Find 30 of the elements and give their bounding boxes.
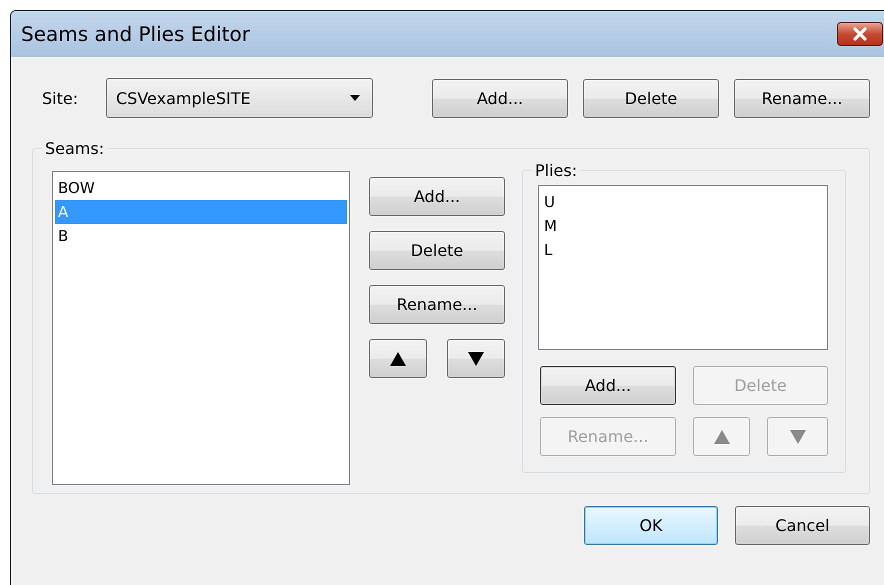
seam-action-button[interactable]: Rename... <box>369 285 505 324</box>
ply-list-item[interactable]: L <box>541 238 825 262</box>
close-button[interactable] <box>837 22 883 46</box>
dialog-button[interactable]: OK <box>584 506 718 545</box>
site-dropdown[interactable]: CSVexampleSITE <box>106 78 373 118</box>
seam-action-button[interactable]: Add... <box>369 177 505 216</box>
ply-list-item[interactable]: M <box>541 214 825 238</box>
up-triangle-icon <box>390 352 406 366</box>
ply-action-button[interactable]: Add... <box>540 366 676 405</box>
move-down-button[interactable] <box>447 339 505 378</box>
plies-list[interactable]: U M L <box>538 185 828 350</box>
site-label: Site: <box>41 88 80 108</box>
dropdown-caret-icon <box>350 95 360 101</box>
seam-list-item[interactable]: B <box>55 224 347 248</box>
down-triangle-icon <box>468 352 484 366</box>
window-title: Seams and Plies Editor <box>21 22 250 46</box>
site-action-button[interactable]: Rename... <box>734 78 870 118</box>
dialog-button[interactable]: Cancel <box>735 506 870 545</box>
down-triangle-icon <box>790 430 806 444</box>
seam-list-item[interactable]: BOW <box>55 176 347 200</box>
move-up-button[interactable] <box>369 339 427 378</box>
seams-list[interactable]: BOW A B <box>52 171 350 485</box>
close-icon <box>853 27 867 41</box>
seam-action-button[interactable]: Delete <box>369 231 505 270</box>
up-triangle-icon <box>714 430 730 444</box>
seams-label: Seams: <box>44 139 106 158</box>
site-action-button[interactable]: Delete <box>583 78 719 118</box>
site-action-button[interactable]: Add... <box>432 78 568 118</box>
ply-list-item[interactable]: U <box>541 190 825 214</box>
plies-label: Plies: <box>534 161 578 180</box>
